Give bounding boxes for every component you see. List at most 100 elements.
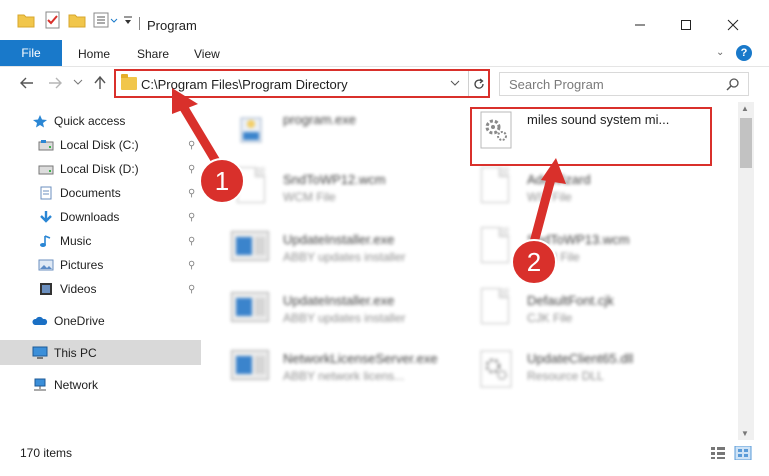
scroll-down-icon[interactable]: ▼ bbox=[741, 429, 749, 438]
pin-icon[interactable]: ⚲ bbox=[188, 260, 195, 271]
pictures-icon bbox=[38, 259, 54, 271]
star-icon bbox=[33, 115, 47, 128]
search-input[interactable]: Search Program bbox=[499, 72, 749, 96]
sidebar-item-network[interactable]: Network bbox=[32, 373, 98, 397]
pin-icon[interactable]: ⚲ bbox=[188, 140, 195, 151]
file-item[interactable]: program.exe bbox=[229, 104, 464, 158]
title-bar: Program bbox=[0, 0, 769, 40]
vertical-scrollbar[interactable]: ▲ ▼ bbox=[738, 102, 754, 440]
maximize-button[interactable] bbox=[663, 10, 709, 40]
sidebar-item-documents[interactable]: Documents bbox=[38, 181, 121, 205]
pin-icon[interactable]: ⚲ bbox=[188, 212, 195, 223]
documents-icon bbox=[40, 186, 52, 200]
file-item[interactable]: AddWizard WIZ File bbox=[473, 164, 708, 218]
app-icon bbox=[231, 350, 269, 380]
file-item[interactable]: DefaultFont.cjk CJK File bbox=[473, 285, 708, 339]
address-bar[interactable]: C:\Program Files\Program Directory bbox=[114, 69, 490, 98]
videos-icon bbox=[40, 283, 52, 295]
tab-file[interactable]: File bbox=[0, 40, 62, 66]
scroll-up-icon[interactable]: ▲ bbox=[741, 104, 749, 113]
tab-share[interactable]: Share bbox=[137, 47, 169, 61]
search-placeholder: Search Program bbox=[509, 77, 604, 92]
sidebar-item-videos[interactable]: Videos bbox=[38, 277, 96, 301]
drive-icon bbox=[38, 140, 54, 151]
pin-icon[interactable]: ⚲ bbox=[188, 188, 195, 199]
tab-home[interactable]: Home bbox=[78, 47, 110, 61]
file-type: Resource DLL bbox=[527, 369, 604, 383]
file-item[interactable]: NetworkLicenseServer.exe ABBY network li… bbox=[229, 343, 464, 397]
drive-icon bbox=[38, 165, 54, 175]
address-dropdown-icon[interactable] bbox=[450, 76, 460, 90]
sidebar-item-pictures[interactable]: Pictures bbox=[38, 253, 103, 277]
cloud-icon bbox=[32, 316, 48, 325]
sidebar-item-local-disk-d[interactable]: Local Disk (D:) bbox=[38, 157, 139, 181]
document-icon bbox=[481, 167, 509, 203]
sidebar-item-label: Downloads bbox=[60, 210, 120, 224]
address-path[interactable]: C:\Program Files\Program Directory bbox=[141, 77, 348, 92]
file-type: ABBY network licens... bbox=[283, 369, 405, 383]
help-icon[interactable]: ? bbox=[736, 45, 752, 61]
sidebar-item-music[interactable]: Music bbox=[38, 229, 91, 253]
folder-icon[interactable] bbox=[17, 11, 35, 29]
pin-icon[interactable]: ⚲ bbox=[188, 284, 195, 295]
recent-locations-icon[interactable] bbox=[73, 77, 83, 87]
file-name: SndToWP12.wcm bbox=[283, 172, 386, 187]
sidebar-item-downloads[interactable]: Downloads bbox=[38, 205, 119, 229]
minimize-button[interactable] bbox=[617, 10, 663, 40]
network-icon bbox=[34, 378, 46, 391]
back-arrow-icon[interactable] bbox=[19, 75, 35, 91]
sidebar-item-label: Music bbox=[60, 234, 92, 248]
large-icons-view-icon[interactable] bbox=[734, 446, 752, 460]
refresh-button[interactable] bbox=[468, 71, 488, 96]
item-count: 170 items bbox=[20, 446, 73, 460]
sidebar-item-label: Quick access bbox=[54, 114, 126, 128]
folder-icon bbox=[121, 74, 137, 90]
file-name: DefaultFont.cjk bbox=[527, 293, 614, 308]
maximize-icon bbox=[681, 20, 691, 30]
sidebar-item-label: Documents bbox=[60, 186, 121, 200]
document-icon bbox=[481, 227, 509, 263]
search-icon[interactable] bbox=[726, 77, 740, 91]
file-type: ABBY updates installer bbox=[283, 250, 406, 264]
file-name: AddWizard bbox=[527, 172, 591, 187]
sidebar-item-quick-access[interactable]: Quick access bbox=[32, 109, 125, 133]
computer-icon bbox=[32, 346, 48, 359]
sidebar-item-label: Pictures bbox=[60, 258, 104, 272]
pin-icon[interactable]: ⚲ bbox=[188, 164, 195, 175]
explorer-window: Program File Home Share View ⌄ ? C:\Prog… bbox=[0, 0, 769, 476]
file-item[interactable]: UpdateClient65.dll Resource DLL bbox=[473, 343, 708, 397]
properties-icon[interactable] bbox=[44, 11, 62, 29]
file-name: NetworkLicenseServer.exe bbox=[283, 351, 438, 366]
customize-toolbar-icon[interactable] bbox=[93, 11, 121, 29]
sidebar-item-onedrive[interactable]: OneDrive bbox=[32, 309, 105, 333]
sidebar-item-label: OneDrive bbox=[54, 314, 105, 328]
document-icon bbox=[237, 167, 265, 203]
sidebar-item-label: Local Disk (D:) bbox=[60, 162, 139, 176]
file-type: WIZ File bbox=[527, 190, 572, 204]
scrollbar-thumb[interactable] bbox=[740, 118, 752, 168]
expand-ribbon-icon[interactable]: ⌄ bbox=[716, 47, 724, 58]
forward-arrow-icon[interactable] bbox=[47, 75, 63, 91]
exe-icon bbox=[240, 117, 262, 143]
sidebar-item-this-pc[interactable]: This PC bbox=[32, 341, 97, 365]
close-button[interactable] bbox=[710, 10, 756, 40]
details-view-icon[interactable] bbox=[711, 447, 725, 459]
tab-view[interactable]: View bbox=[194, 47, 220, 61]
sidebar-item-local-disk-c[interactable]: Local Disk (C:) bbox=[38, 133, 139, 157]
file-name: UpdateInstaller.exe bbox=[283, 232, 395, 247]
up-arrow-icon[interactable] bbox=[92, 75, 108, 91]
chevron-down-icon[interactable] bbox=[122, 11, 134, 29]
file-type: ABBY updates installer bbox=[283, 311, 406, 325]
file-name: SndToWP13.wcm bbox=[527, 232, 630, 247]
pin-icon[interactable]: ⚲ bbox=[188, 236, 195, 247]
music-icon bbox=[40, 235, 51, 247]
status-bar: 170 items bbox=[0, 440, 769, 464]
file-item[interactable]: SndToWP13.wcm WCM File bbox=[473, 224, 708, 278]
file-item[interactable]: SndToWP12.wcm WCM File bbox=[229, 164, 464, 218]
new-folder-icon[interactable] bbox=[68, 11, 86, 29]
file-item[interactable]: UpdateInstaller.exe ABBY updates install… bbox=[229, 224, 464, 278]
file-item[interactable]: UpdateInstaller.exe ABBY updates install… bbox=[229, 285, 464, 339]
sidebar-item-label: Local Disk (C:) bbox=[60, 138, 139, 152]
file-name: UpdateClient65.dll bbox=[527, 351, 634, 366]
file-name: UpdateInstaller.exe bbox=[283, 293, 395, 308]
